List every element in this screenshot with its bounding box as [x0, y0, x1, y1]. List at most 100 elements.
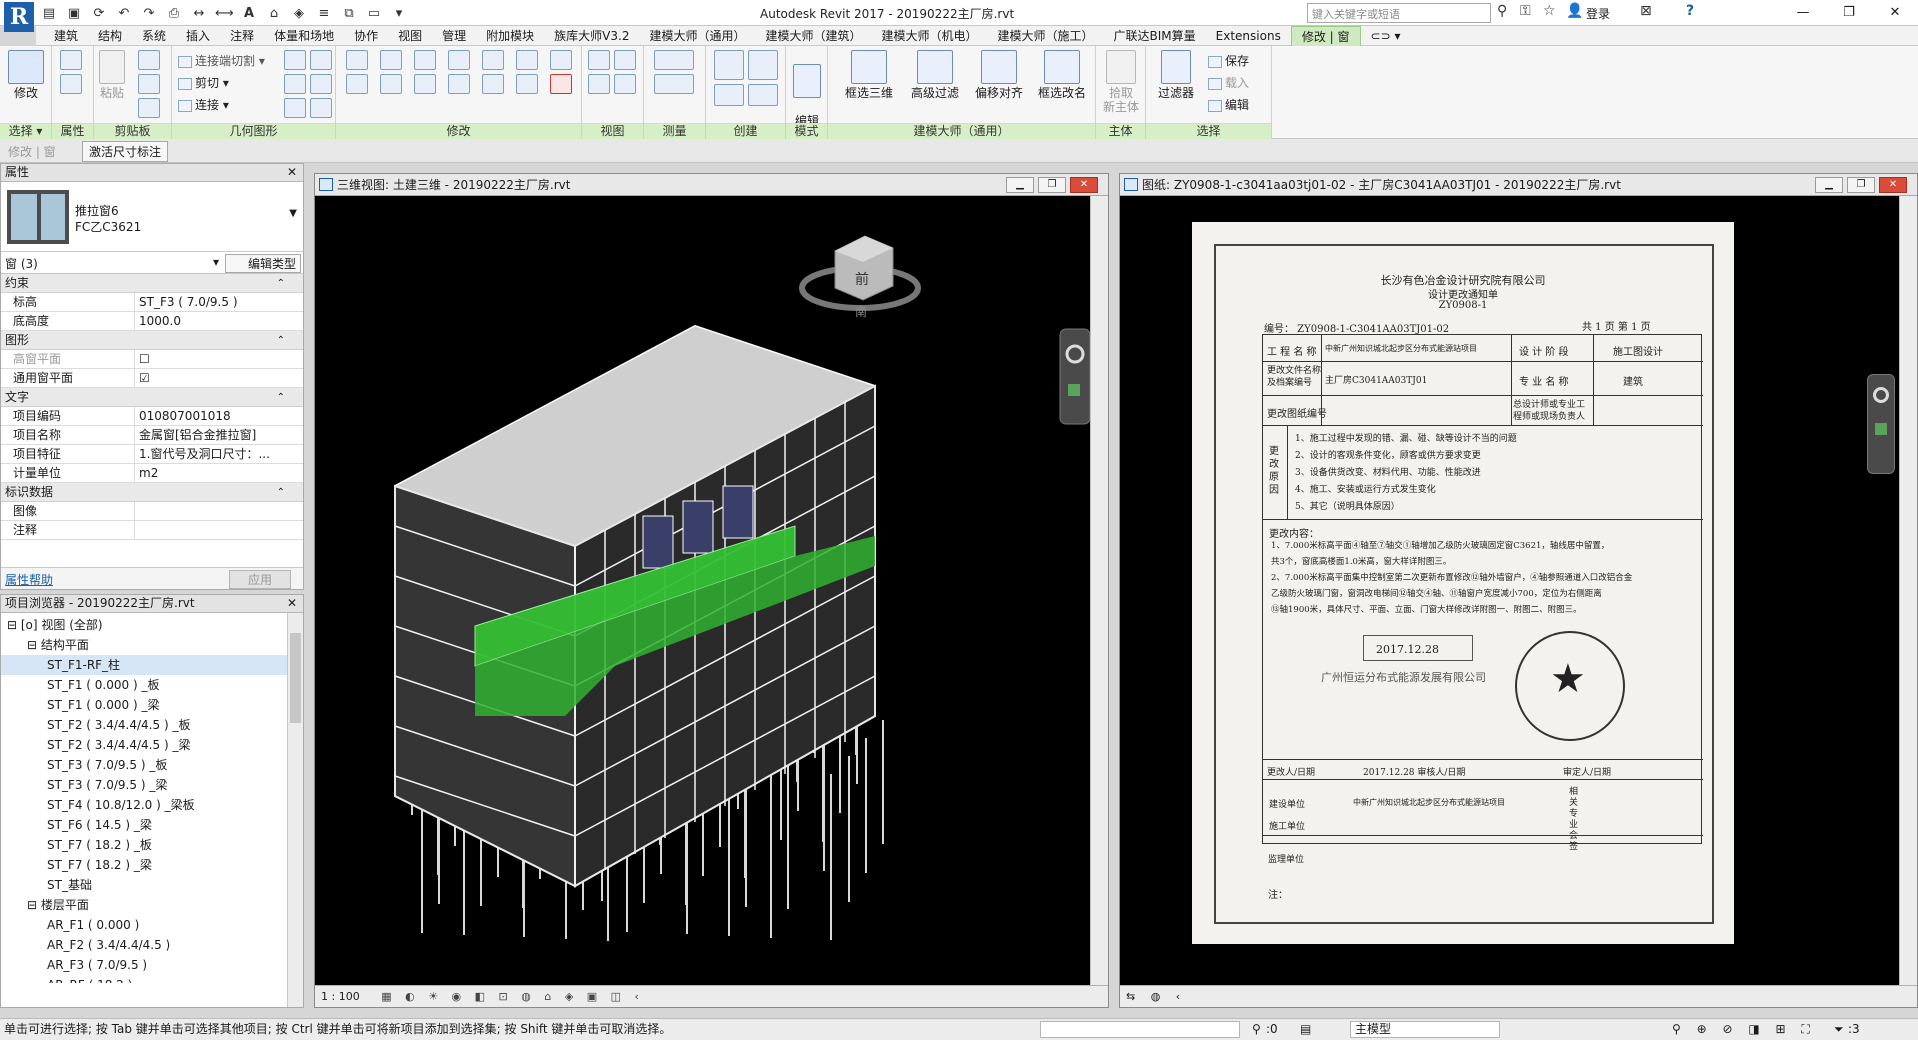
3d-view-window[interactable]: 三维视图: 土建三维 - 20190222主厂房.rvt ▁ ❐ ✕ 前 南 1…	[314, 173, 1109, 1008]
tree-item[interactable]: ST_F7 ( 18.2 ) _板	[1, 835, 303, 855]
close-view-button[interactable]: ✕	[1070, 177, 1098, 193]
tree-item[interactable]: ST_基础	[1, 875, 303, 895]
ribbon-tab[interactable]: Extensions	[1206, 26, 1291, 46]
type-properties-icon[interactable]	[60, 74, 82, 94]
sheet-vertical-scrollbar[interactable]	[1899, 196, 1917, 985]
property-value[interactable]: 1.窗代号及洞口尺寸：...	[135, 445, 303, 463]
tree-item[interactable]: AR_F3 ( 7.0/9.5 )	[1, 955, 303, 975]
mirror-draw-icon[interactable]	[448, 50, 470, 70]
box-rename-button[interactable]: 框选改名	[1032, 50, 1092, 100]
tree-item[interactable]: ST_F6 ( 14.5 ) _梁	[1, 815, 303, 835]
property-value[interactable]: 1000.0	[135, 312, 303, 330]
restore-view-button[interactable]: ❐	[1038, 177, 1066, 193]
ribbon-tab[interactable]: 体量和场地	[264, 26, 344, 46]
search-input[interactable]: 键入关键字或短语	[1307, 3, 1491, 23]
favorites-icon[interactable]: ☆	[1543, 3, 1556, 19]
ribbon-tab[interactable]: 附加模块	[476, 26, 544, 46]
exchange-icon[interactable]: ⊠	[1640, 3, 1652, 19]
sheet-control-icons[interactable]: ⇆ ◍ ‹	[1126, 990, 1186, 1003]
3d-model-canvas[interactable]: 前 南	[315, 196, 1091, 987]
selection-toggle-icons[interactable]: ⚲ ⊕ ⊘ ◨ ⊞ ⛶	[1672, 1019, 1816, 1040]
move-icon[interactable]	[346, 74, 368, 94]
workset-dropdown[interactable]	[1040, 1021, 1240, 1038]
cut-icon[interactable]	[138, 50, 160, 70]
property-value[interactable]: 金属窗[铝合金推拉窗]	[135, 426, 303, 444]
print-icon[interactable]: ⎙	[165, 6, 183, 21]
window-maximize-button[interactable]: ❐	[1826, 0, 1872, 26]
align-icon[interactable]	[346, 50, 368, 70]
section-icon[interactable]: ◈	[290, 6, 308, 21]
save-icon[interactable]: ▣	[65, 6, 83, 21]
create-group-icon[interactable]	[714, 84, 744, 106]
tree-item[interactable]: ST_F4 ( 10.8/12.0 ) _梁板	[1, 795, 303, 815]
tree-item[interactable]: ST_F7 ( 18.2 ) _梁	[1, 855, 303, 875]
navigation-bar[interactable]	[1059, 328, 1091, 425]
sync-icon[interactable]: ⟳	[90, 6, 108, 21]
minimize-view-button[interactable]: ▁	[1006, 177, 1034, 193]
ribbon-tab[interactable]: ⊂⊃ ▾	[1361, 26, 1411, 46]
restore-view-button[interactable]: ❐	[1847, 177, 1875, 193]
tree-item[interactable]: AR_F1 ( 0.000 )	[1, 915, 303, 935]
redo-icon[interactable]: ↷	[140, 6, 158, 21]
copy-icon[interactable]	[138, 74, 160, 94]
ribbon-tab[interactable]: 管理	[432, 26, 476, 46]
chevron-down-icon[interactable]: ▾	[213, 255, 219, 269]
window-close-button[interactable]: ✕	[1872, 0, 1918, 26]
array-icon[interactable]	[550, 50, 572, 70]
cut-row[interactable]: 剪切 ▾	[178, 74, 229, 91]
tree-item[interactable]: ST_F1-RF_柱	[1, 655, 303, 675]
cut-join-row[interactable]: 连接端切割 ▾	[178, 52, 265, 69]
tree-item[interactable]: ST_F3 ( 7.0/9.5 ) _板	[1, 755, 303, 775]
load-selection-row[interactable]: 载入	[1208, 74, 1249, 91]
dimension-icon[interactable]: ⟷	[215, 6, 234, 21]
match-type-icon[interactable]	[138, 98, 160, 118]
split-gap-icon[interactable]	[482, 74, 504, 94]
ribbon-tab[interactable]: 建模大师（通用）	[639, 26, 755, 46]
property-group-header[interactable]: 标识数据	[1, 483, 303, 502]
create-similar-icon[interactable]	[748, 84, 778, 106]
pick-new-host-button[interactable]: 拾取 新主体	[1096, 50, 1146, 114]
tree-item[interactable]: AR_RF ( 18.2 )	[1, 975, 303, 983]
tree-item[interactable]: ST_F1 ( 0.000 ) _板	[1, 675, 303, 695]
browser-scrollbar[interactable]	[287, 613, 303, 1007]
copy-element-icon[interactable]	[380, 74, 402, 94]
offset-icon[interactable]	[380, 50, 402, 70]
rotate-icon[interactable]	[414, 74, 436, 94]
measure-between-icon[interactable]	[654, 50, 694, 70]
view-graphics-icon[interactable]	[614, 74, 636, 94]
ribbon-tab[interactable]: 系统	[132, 26, 176, 46]
text-icon[interactable]: A	[240, 6, 258, 21]
tree-item[interactable]: ⊟ [o] 视图 (全部)	[1, 615, 303, 635]
tree-item[interactable]: ST_F1 ( 0.000 ) _梁	[1, 695, 303, 715]
property-value[interactable]: ☑	[135, 369, 303, 387]
group-label[interactable]: 选择 ▾	[0, 123, 51, 139]
aligned-dimension-icon[interactable]	[654, 74, 694, 94]
3d-view-icon[interactable]: ⌂	[265, 6, 283, 21]
tree-item[interactable]: ST_F2 ( 3.4/4.4/4.5 ) _板	[1, 715, 303, 735]
close-hidden-icon[interactable]: ⧉	[340, 6, 358, 21]
edit-selection-row[interactable]: 编辑	[1208, 96, 1249, 113]
scale-icon[interactable]	[516, 74, 538, 94]
scrollbar-thumb[interactable]	[290, 633, 301, 723]
advanced-filter-button[interactable]: 高级过滤	[904, 50, 966, 100]
ribbon-tab[interactable]: 建模大师（机电）	[871, 26, 987, 46]
property-value[interactable]: 010807001018	[135, 407, 303, 425]
demolish-icon[interactable]	[310, 50, 332, 70]
user-icon[interactable]: 👤	[1566, 3, 1583, 19]
navigation-bar[interactable]	[1867, 374, 1895, 474]
close-icon[interactable]: ✕	[287, 595, 297, 612]
property-value[interactable]: ST_F3 ( 7.0/9.5 )	[135, 293, 303, 311]
trim-icon[interactable]	[448, 74, 470, 94]
measure-icon[interactable]: ↔	[190, 6, 208, 21]
ribbon-tab[interactable]: 结构	[88, 26, 132, 46]
edit-type-button[interactable]: 编辑类型	[225, 254, 302, 273]
wall-joins-icon[interactable]	[284, 50, 306, 70]
delete-icon[interactable]	[550, 74, 572, 94]
3d-vertical-scrollbar[interactable]	[1090, 196, 1108, 985]
window-minimize-button[interactable]: —	[1780, 0, 1826, 26]
override-icon[interactable]	[614, 50, 636, 70]
property-group-header[interactable]: 图形	[1, 331, 303, 350]
paste-button[interactable]: 粘贴	[94, 50, 130, 100]
mirror-axis-icon[interactable]	[414, 50, 436, 70]
ribbon-tab[interactable]: 插入	[176, 26, 220, 46]
